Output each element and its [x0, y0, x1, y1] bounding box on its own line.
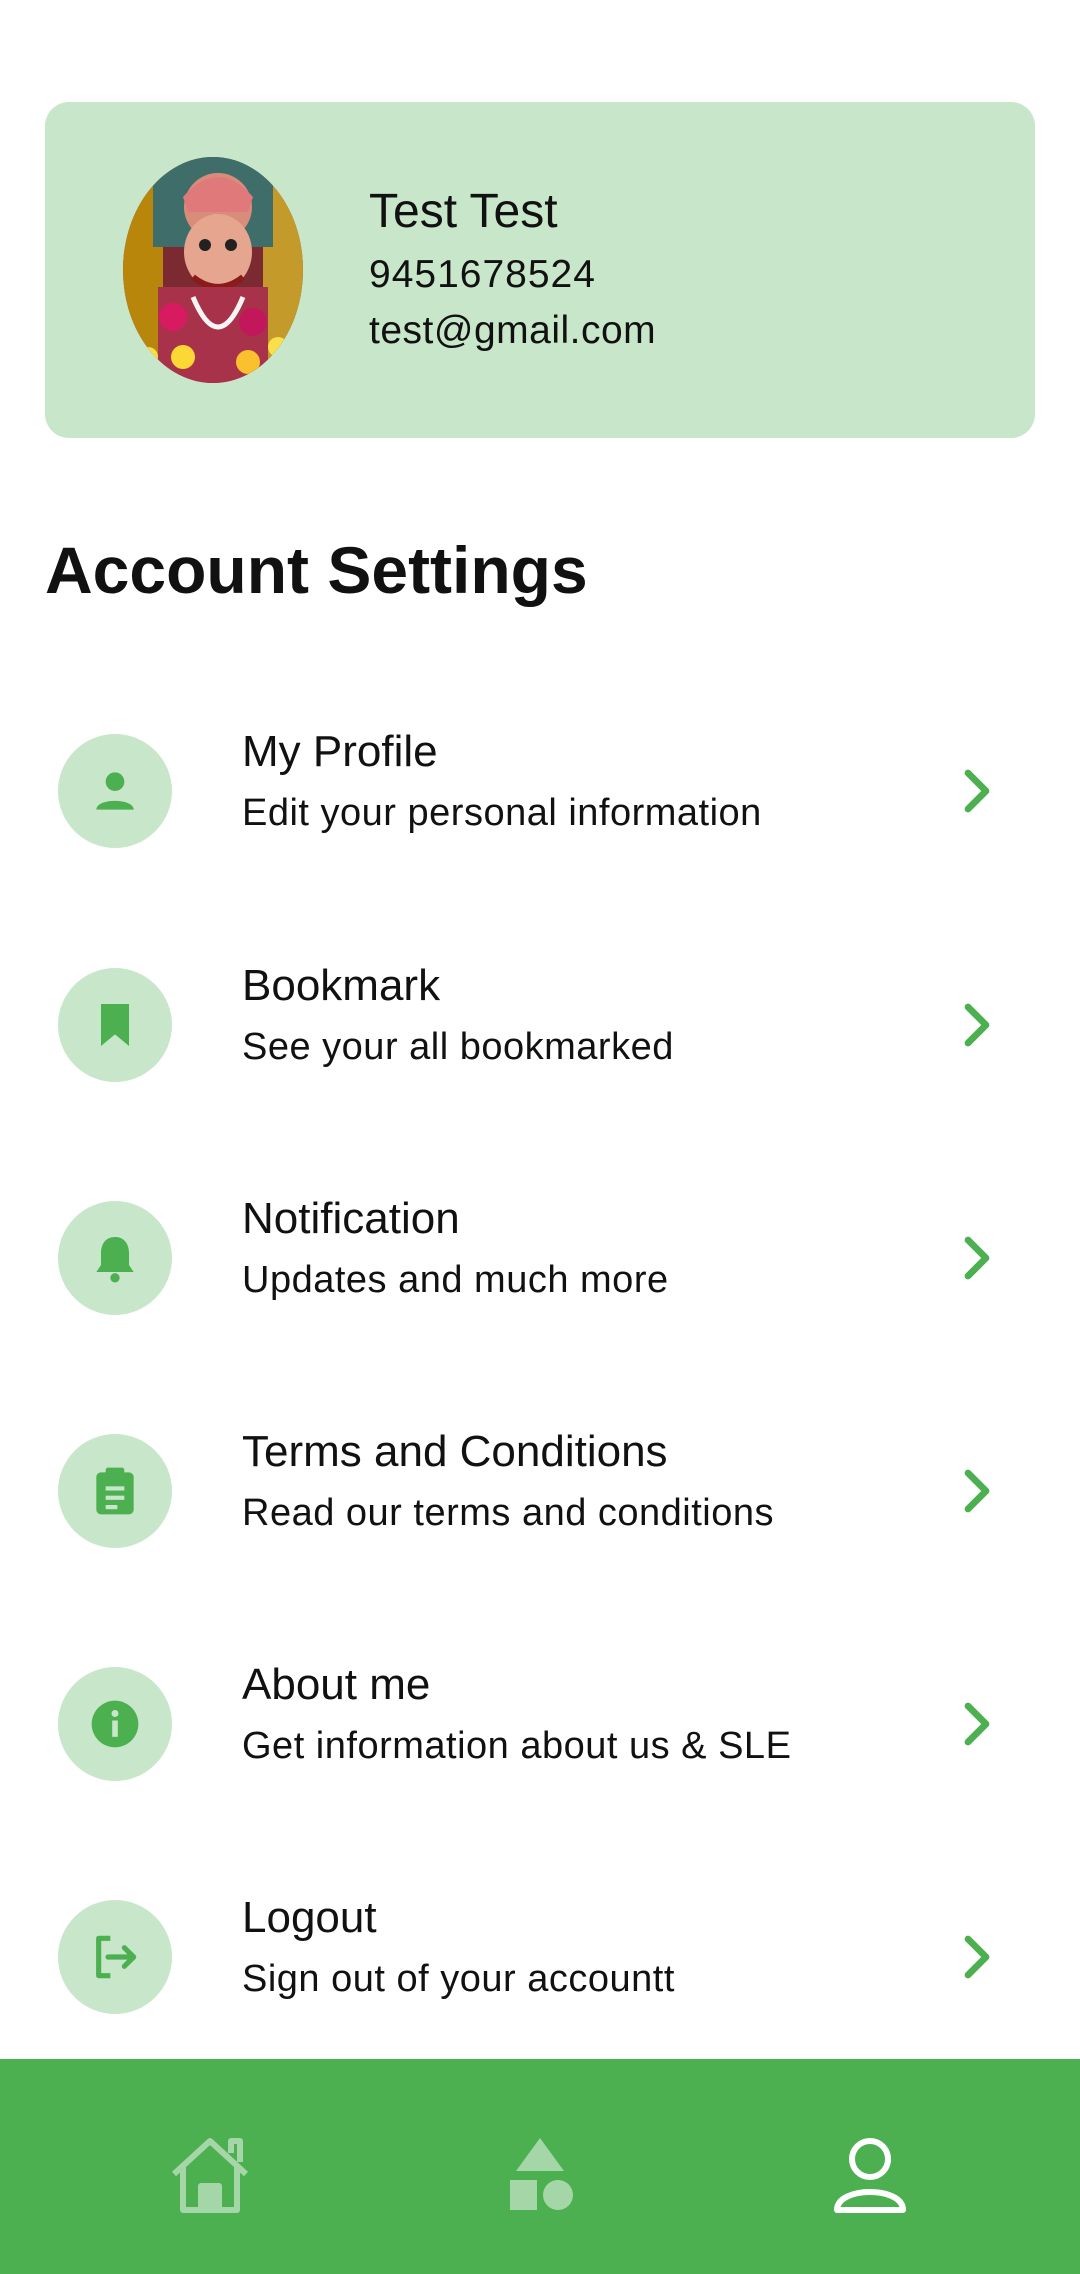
nav-categories[interactable]: [490, 2129, 590, 2219]
bottom-nav: [0, 2059, 1080, 2274]
settings-item-my-profile[interactable]: My Profile Edit your personal informatio…: [0, 698, 1080, 898]
avatar: [123, 157, 303, 383]
item-subtitle: Sign out of your accountt: [242, 1956, 675, 2002]
item-subtitle: Read our terms and conditions: [242, 1490, 774, 1536]
item-title: My Profile: [242, 726, 438, 778]
item-subtitle: Updates and much more: [242, 1257, 669, 1303]
chevron-right-icon: [950, 998, 1004, 1052]
item-title: Bookmark: [242, 960, 440, 1012]
settings-item-terms[interactable]: Terms and Conditions Read our terms and …: [0, 1398, 1080, 1598]
nav-profile[interactable]: [820, 2129, 920, 2219]
profile-icon: [825, 2132, 915, 2216]
categories-icon: [495, 2132, 585, 2216]
item-title: Logout: [242, 1892, 377, 1944]
nav-home[interactable]: [160, 2129, 260, 2219]
item-title: Notification: [242, 1193, 460, 1245]
clipboard-icon: [58, 1434, 172, 1548]
logout-icon: [58, 1900, 172, 2014]
bookmark-icon: [58, 968, 172, 1082]
item-subtitle: See your all bookmarked: [242, 1024, 674, 1070]
page-title: Account Settings: [45, 530, 588, 610]
settings-item-bookmark[interactable]: Bookmark See your all bookmarked: [0, 932, 1080, 1132]
chevron-right-icon: [950, 1930, 1004, 1984]
person-icon: [58, 734, 172, 848]
user-name: Test Test: [369, 184, 558, 240]
item-title: Terms and Conditions: [242, 1426, 668, 1478]
chevron-right-icon: [950, 1231, 1004, 1285]
chevron-right-icon: [950, 1464, 1004, 1518]
chevron-right-icon: [950, 1697, 1004, 1751]
user-phone: 9451678524: [369, 252, 596, 298]
settings-item-logout[interactable]: Logout Sign out of your accountt: [0, 1864, 1080, 2064]
user-email: test@gmail.com: [369, 308, 656, 354]
info-icon: [58, 1667, 172, 1781]
item-subtitle: Edit your personal information: [242, 790, 762, 836]
home-icon: [165, 2132, 255, 2216]
item-subtitle: Get information about us & SLE: [242, 1723, 791, 1769]
chevron-right-icon: [950, 764, 1004, 818]
settings-item-about[interactable]: About me Get information about us & SLE: [0, 1631, 1080, 1831]
settings-item-notification[interactable]: Notification Updates and much more: [0, 1165, 1080, 1365]
item-title: About me: [242, 1659, 430, 1711]
bell-icon: [58, 1201, 172, 1315]
